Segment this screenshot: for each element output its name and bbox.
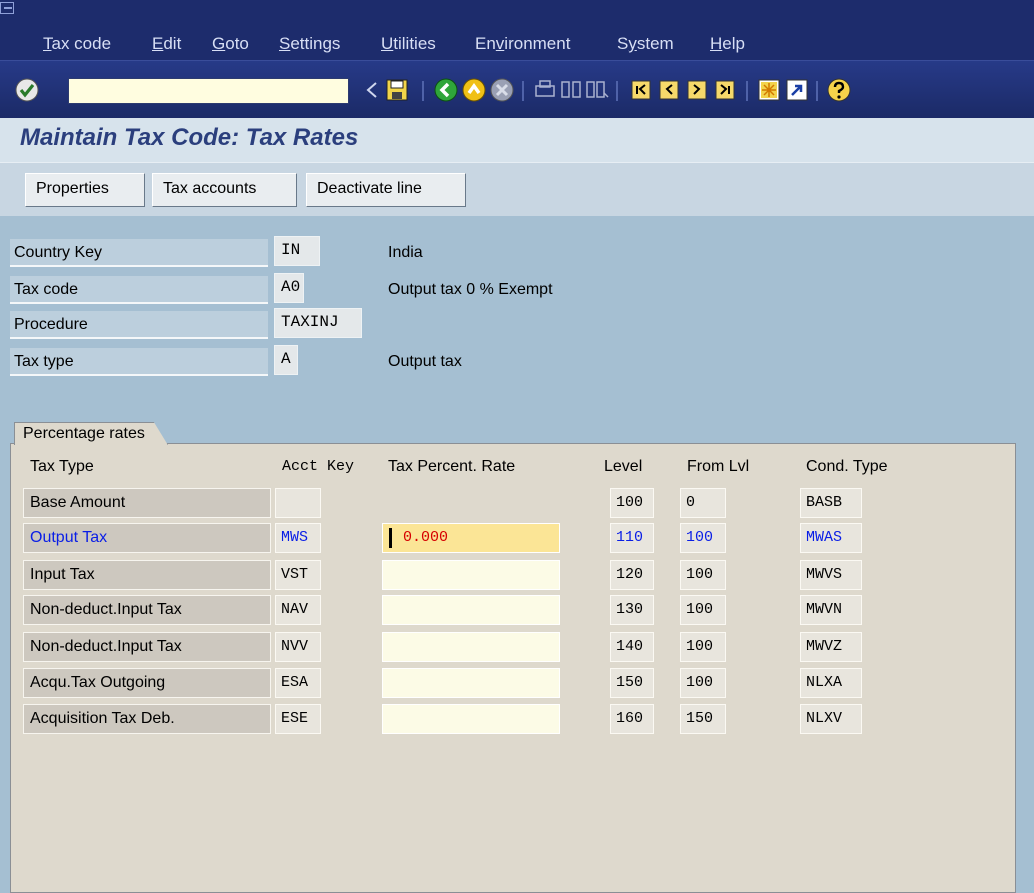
level-cell: 130 — [610, 595, 654, 625]
find-icon[interactable] — [558, 77, 584, 103]
tax-code-label: Tax code — [10, 276, 268, 304]
level-cell: 100 — [610, 488, 654, 518]
country-key-desc: India — [388, 244, 423, 261]
procedure-label: Procedure — [10, 311, 268, 339]
column-from-lvl: From Lvl — [687, 458, 750, 475]
country-key-label: Country Key — [10, 239, 268, 267]
from-level-cell: 100 — [680, 560, 726, 590]
level-cell: 110 — [610, 523, 654, 553]
menu-tax-code[interactable]: Tax code — [43, 34, 111, 54]
cond-type-cell: NLXV — [800, 704, 862, 734]
deactivate-line-button[interactable]: Deactivate line — [306, 173, 466, 207]
cond-type-cell: BASB — [800, 488, 862, 518]
tax-code-desc: Output tax 0 % Exempt — [388, 281, 553, 298]
level-cell: 120 — [610, 560, 654, 590]
tax-type-cell: Acquisition Tax Deb. — [23, 704, 271, 734]
country-key-field: IN — [274, 236, 320, 266]
percentage-rates-tab: Percentage rates — [14, 422, 168, 445]
level-cell: 150 — [610, 668, 654, 698]
back-arrow-icon[interactable] — [360, 77, 386, 103]
acct-key-cell — [275, 488, 321, 518]
menu-help[interactable]: Help — [710, 34, 745, 54]
tax-type-cell: Input Tax — [23, 560, 271, 590]
exit-icon[interactable] — [461, 77, 487, 103]
menu-settings[interactable]: Settings — [279, 34, 340, 54]
last-page-icon[interactable] — [712, 77, 738, 103]
from-level-cell: 150 — [680, 704, 726, 734]
help-icon[interactable] — [826, 77, 852, 103]
column-acct-key: Acct Key — [282, 458, 355, 475]
menu-system[interactable]: System — [617, 34, 674, 54]
tax-rate-input[interactable] — [382, 595, 560, 625]
acct-key-cell: ESE — [275, 704, 321, 734]
menu-bar: Tax code Edit Goto Settings Utilities En… — [0, 0, 1034, 60]
text-cursor — [389, 528, 392, 548]
properties-button[interactable]: Properties — [25, 173, 145, 207]
tax-type-cell: Output Tax — [23, 523, 271, 553]
cond-type-cell: NLXA — [800, 668, 862, 698]
page-title: Maintain Tax Code: Tax Rates — [20, 124, 359, 151]
tax-rate-input[interactable] — [382, 632, 560, 662]
tax-rate-input[interactable] — [382, 704, 560, 734]
previous-page-icon[interactable] — [656, 77, 682, 103]
tax-type-cell: Acqu.Tax Outgoing — [23, 668, 271, 698]
acct-key-cell: ESA — [275, 668, 321, 698]
tax-rate-value: 0.000 — [403, 529, 449, 546]
shortcut-icon[interactable] — [784, 77, 810, 103]
cancel-icon[interactable] — [489, 77, 515, 103]
acct-key-cell: VST — [275, 560, 321, 590]
create-session-icon[interactable] — [756, 77, 782, 103]
cond-type-cell: MWVN — [800, 595, 862, 625]
menu-utilities[interactable]: Utilities — [381, 34, 436, 54]
first-page-icon[interactable] — [628, 77, 654, 103]
tax-type-cell: Base Amount — [23, 488, 271, 518]
tax-type-field: A — [274, 345, 298, 375]
tax-type-cell: Non-deduct.Input Tax — [23, 595, 271, 625]
acct-key-cell: NVV — [275, 632, 321, 662]
level-cell: 160 — [610, 704, 654, 734]
from-level-cell: 100 — [680, 595, 726, 625]
tax-rate-input[interactable] — [382, 560, 560, 590]
tax-type-desc: Output tax — [388, 353, 462, 370]
procedure-field: TAXINJ — [274, 308, 362, 338]
system-menu-icon[interactable] — [0, 2, 14, 14]
acct-key-cell: NAV — [275, 595, 321, 625]
from-level-cell: 100 — [680, 523, 726, 553]
menu-environment[interactable]: Environment — [475, 34, 570, 54]
acct-key-cell: MWS — [275, 523, 321, 553]
column-level: Level — [604, 458, 643, 475]
next-page-icon[interactable] — [684, 77, 710, 103]
tax-rate-input[interactable]: 0.000 — [382, 523, 560, 553]
column-tax-percent-rate: Tax Percent. Rate — [388, 458, 516, 475]
from-level-cell: 100 — [680, 632, 726, 662]
enter-icon[interactable] — [14, 77, 40, 103]
tax-code-field: A0 — [274, 273, 304, 303]
cond-type-cell: MWVZ — [800, 632, 862, 662]
tax-accounts-button[interactable]: Tax accounts — [152, 173, 297, 207]
level-cell: 140 — [610, 632, 654, 662]
command-field[interactable] — [68, 78, 349, 104]
menu-goto[interactable]: Goto — [212, 34, 249, 54]
tax-rate-input[interactable] — [382, 668, 560, 698]
save-icon[interactable] — [384, 77, 410, 103]
tax-type-label: Tax type — [10, 348, 268, 376]
print-icon[interactable] — [532, 77, 558, 103]
cond-type-cell: MWAS — [800, 523, 862, 553]
back-icon[interactable] — [433, 77, 459, 103]
column-tax-type: Tax Type — [30, 458, 94, 475]
cond-type-cell: MWVS — [800, 560, 862, 590]
from-level-cell: 100 — [680, 668, 726, 698]
find-next-icon[interactable] — [584, 77, 610, 103]
column-cond-type: Cond. Type — [806, 458, 888, 475]
menu-edit[interactable]: Edit — [152, 34, 181, 54]
tax-type-cell: Non-deduct.Input Tax — [23, 632, 271, 662]
from-level-cell: 0 — [680, 488, 726, 518]
